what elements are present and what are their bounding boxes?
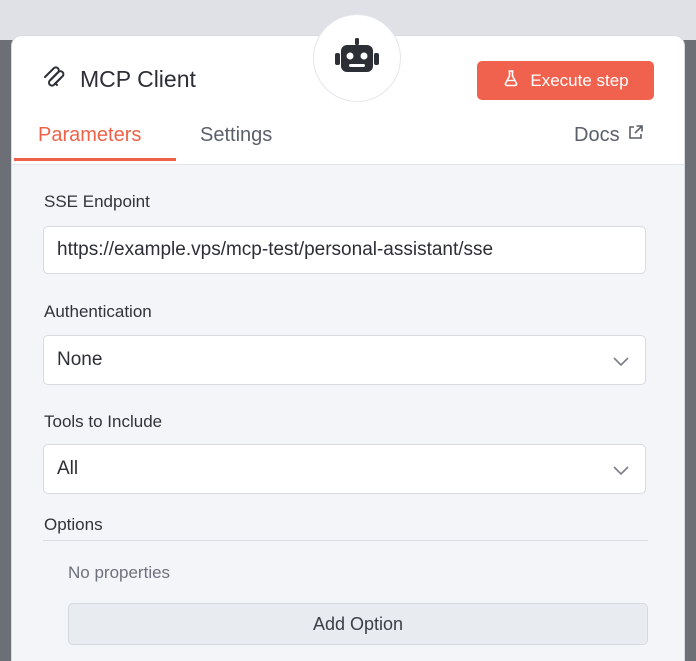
tab-docs[interactable]: Docs: [574, 124, 644, 147]
robot-icon: [333, 36, 381, 81]
options-divider: [43, 540, 648, 541]
execute-step-label: Execute step: [530, 70, 629, 90]
options-label: Options: [44, 515, 103, 534]
tools-to-include-label: Tools to Include: [44, 412, 163, 431]
authentication-select[interactable]: None: [43, 335, 646, 385]
tab-parameters[interactable]: Parameters: [38, 124, 141, 147]
no-properties-text: No properties: [68, 563, 171, 582]
chevron-down-icon: [611, 460, 631, 486]
sse-endpoint-input[interactable]: https://example.vps/mcp-test/personal-as…: [43, 226, 646, 274]
tab-settings[interactable]: Settings: [200, 124, 272, 147]
external-link-icon: [627, 124, 644, 147]
execute-step-button[interactable]: Execute step: [477, 61, 654, 100]
node-title: MCP Client: [42, 64, 196, 95]
active-tab-indicator: [14, 158, 176, 161]
mcp-logo-icon: [42, 64, 68, 95]
tools-to-include-value: All: [57, 458, 79, 479]
chevron-down-icon: [611, 351, 631, 377]
flask-icon: [502, 69, 520, 92]
node-title-label[interactable]: MCP Client: [80, 66, 196, 93]
screen: MCP Client Execute step Parameters Setti…: [0, 0, 696, 661]
tools-to-include-select[interactable]: All: [43, 444, 646, 494]
sse-endpoint-value: https://example.vps/mcp-test/personal-as…: [57, 239, 494, 260]
authentication-value: None: [57, 349, 103, 370]
node-icon-bubble: [313, 14, 401, 102]
authentication-label: Authentication: [44, 302, 152, 321]
docs-label: Docs: [574, 124, 620, 146]
add-option-button[interactable]: Add Option: [68, 603, 648, 645]
sse-endpoint-label: SSE Endpoint: [44, 192, 150, 211]
node-parameters-panel: MCP Client Execute step Parameters Setti…: [12, 14, 684, 661]
